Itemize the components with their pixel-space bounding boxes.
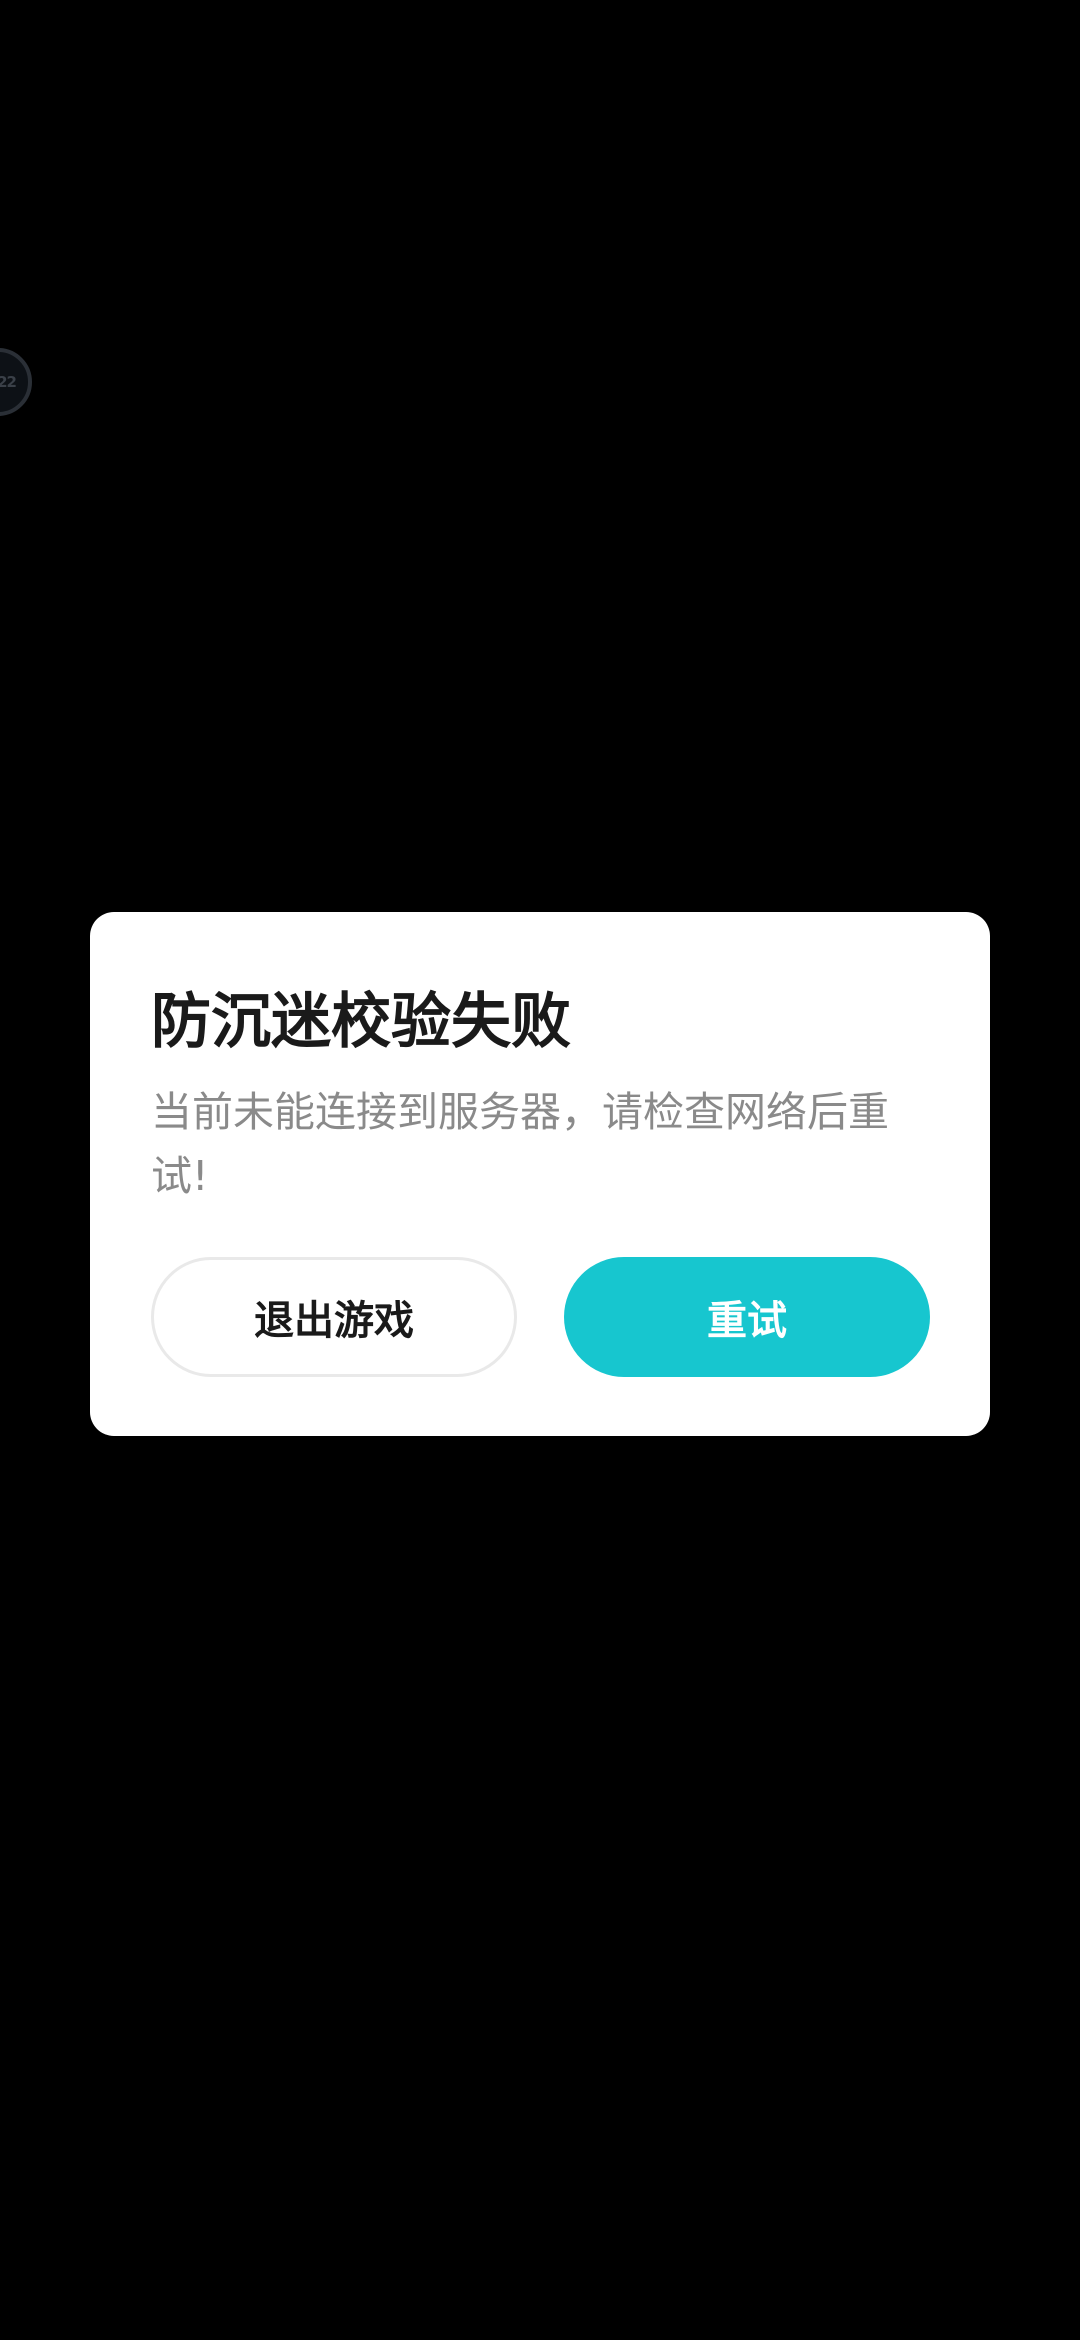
anti-addiction-dialog: 防沉迷校验失败 当前未能连接到服务器，请检查网络后重试! 退出游戏 重试 [90,912,990,1436]
dialog-message: 当前未能连接到服务器，请检查网络后重试! [151,1088,889,1200]
dialog-title: 防沉迷校验失败 [151,987,571,1057]
floating-ball-icon: 22 [0,373,17,391]
exit-game-button[interactable]: 退出游戏 [151,1257,517,1377]
floating-assistant-ball[interactable]: 22 [0,348,32,416]
screen: 22 防沉迷校验失败 当前未能连接到服务器，请检查网络后重试! 退出游戏 重试 [0,0,1080,2340]
retry-button[interactable]: 重试 [564,1257,930,1377]
